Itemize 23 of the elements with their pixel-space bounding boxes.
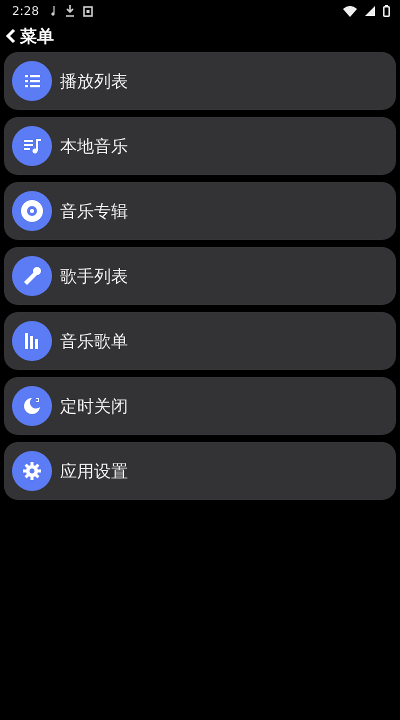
list-icon [12,61,52,101]
status-time: 2:28 [12,4,39,18]
music-note-icon [50,6,57,16]
signal-icon [365,6,375,16]
menu-item[interactable]: 应用设置 [4,442,396,500]
download-icon [64,5,75,17]
menu-item[interactable]: 本地音乐 [4,117,396,175]
battery-icon [383,5,390,17]
wifi-icon [343,6,357,16]
moon-icon [12,386,52,426]
settings-icon [12,451,52,491]
microphone-icon [12,256,52,296]
page-title: 菜单 [20,26,54,48]
menu-item[interactable]: 歌手列表 [4,247,396,305]
disc-icon [12,191,52,231]
back-icon[interactable] [6,28,16,44]
menu-item[interactable]: 音乐歌单 [4,312,396,370]
menu-item[interactable]: 播放列表 [4,52,396,110]
photo-icon [82,6,93,16]
menu-item[interactable]: 定时关闭 [4,377,396,435]
bars-icon [12,321,52,361]
music-list-icon [12,126,52,166]
menu-item[interactable]: 音乐专辑 [4,182,396,240]
